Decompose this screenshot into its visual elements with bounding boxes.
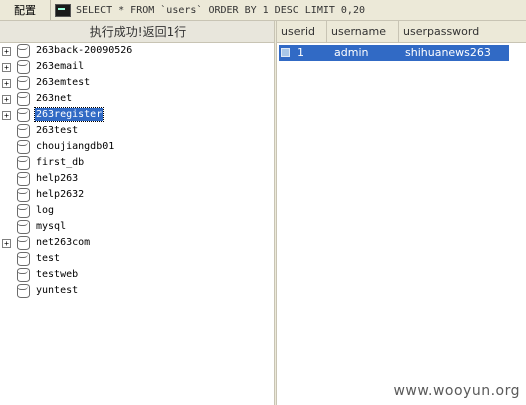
results-grid-header: userid username userpassword [277,21,526,43]
watermark: www.wooyun.org [393,383,520,399]
terminal-icon [55,3,71,17]
database-icon [17,108,30,122]
database-icon [17,268,30,282]
row-selector-icon[interactable] [281,48,290,57]
database-icon [17,156,30,170]
database-icon [17,140,30,154]
table-row[interactable]: 1 admin shihuanews263 [279,45,509,61]
tree-item-label[interactable]: 263email [35,60,85,73]
cell-username[interactable]: admin [334,45,368,61]
tree-item-label[interactable]: help263 [35,172,79,185]
expand-plus-icon[interactable]: + [2,111,11,120]
database-icon [17,76,30,90]
tree-item-label[interactable]: testweb [35,268,79,281]
cell-userid[interactable]: 1 [297,45,304,61]
database-icon [17,236,30,250]
database-icon [17,44,30,58]
database-icon [17,124,30,138]
column-header-userpassword[interactable]: userpassword [399,21,526,42]
cell-userpassword[interactable]: shihuanews263 [405,45,491,61]
database-icon [17,188,30,202]
expand-plus-icon[interactable]: + [2,95,11,104]
expand-plus-icon[interactable]: + [2,47,11,56]
database-icon [17,60,30,74]
tree-item-label[interactable]: first_db [35,156,85,169]
tree-item-label[interactable]: test [35,252,61,265]
tree-item-label[interactable]: 263net [35,92,73,105]
expand-plus-icon[interactable]: + [2,239,11,248]
tree-item-label[interactable]: 263back-20090526 [35,44,133,57]
database-icon [17,92,30,106]
tree-item-label[interactable]: yuntest [35,284,79,297]
database-icon [17,204,30,218]
database-icon [17,172,30,186]
tree-item-label[interactable]: log [35,204,55,217]
expand-plus-icon[interactable]: + [2,79,11,88]
top-toolbar: 配置 SELECT * FROM `users` ORDER BY 1 DESC… [0,0,526,21]
sql-query-text: SELECT * FROM `users` ORDER BY 1 DESC LI… [76,4,365,16]
results-grid: 1 admin shihuanews263 [277,43,526,405]
tree-item-label[interactable]: 263test [35,124,79,137]
database-icon [17,284,30,298]
tree-item-label[interactable]: 263register [33,107,105,122]
tree-item-label[interactable]: help2632 [35,188,85,201]
tree-item-label[interactable]: net263com [35,236,91,249]
database-tree: + 263back-20090526 + 263email + 263emtes… [0,43,274,405]
column-header-username[interactable]: username [327,21,399,42]
database-icon [17,220,30,234]
status-message: 执行成功!返回1行 [0,21,276,43]
column-header-userid[interactable]: userid [277,21,327,42]
database-icon [17,252,30,266]
tree-item-label[interactable]: mysql [35,220,67,233]
tree-item-label[interactable]: choujiangdb01 [35,140,115,153]
config-tab[interactable]: 配置 [0,0,51,20]
expand-plus-icon[interactable]: + [2,63,11,72]
sql-query-bar[interactable]: SELECT * FROM `users` ORDER BY 1 DESC LI… [55,1,525,19]
tree-item-label[interactable]: 263emtest [35,76,91,89]
